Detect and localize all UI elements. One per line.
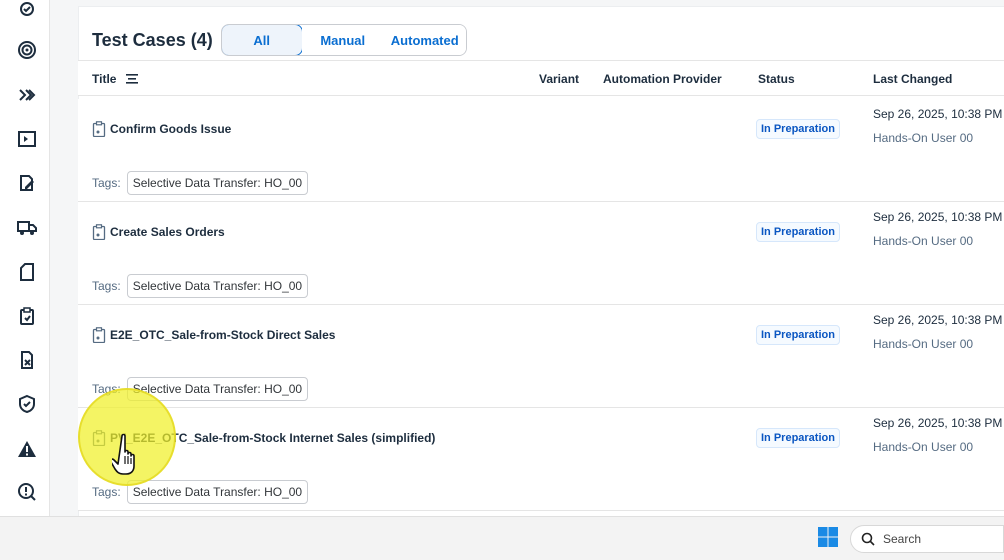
table-row[interactable]: Create Sales Orders Tags: Selective Data… — [78, 202, 1004, 305]
taskbar-search[interactable] — [850, 525, 1004, 553]
presentation-icon[interactable] — [10, 122, 44, 156]
page-title: Test Cases (4) — [92, 29, 213, 50]
filter-all-button[interactable]: All — [221, 25, 303, 55]
status-badge: In Preparation — [756, 325, 840, 345]
row-title-text: E2E_OTC_Sale-from-Stock Direct Sales — [110, 328, 336, 342]
column-last-changed[interactable]: Last Changed — [873, 61, 952, 97]
column-title-label: Title — [92, 72, 117, 86]
tags-label: Tags: — [92, 279, 121, 293]
clipboard-icon — [92, 327, 106, 343]
search-icon — [861, 532, 875, 546]
filter-manual-button[interactable]: Manual — [301, 25, 384, 55]
status-badge: In Preparation — [756, 119, 840, 139]
filter-segmented-button: All Manual Automated — [220, 24, 467, 56]
tag-token[interactable]: Selective Data Transfer: HO_00 — [126, 480, 309, 504]
double-chevron-icon[interactable] — [10, 78, 44, 112]
edit-document-icon[interactable] — [10, 166, 44, 200]
clipboard-icon — [92, 224, 106, 240]
table-row[interactable]: PV_E2E_OTC_Sale-from-Stock Internet Sale… — [78, 408, 1004, 511]
row-title-text: Confirm Goods Issue — [110, 122, 232, 136]
app-window: Test Cases (4) All Manual Automated Titl… — [0, 0, 1004, 560]
column-automation-provider[interactable]: Automation Provider — [603, 61, 722, 97]
last-changed-user: Hands-On User 00 — [873, 234, 974, 248]
table-header: Title Variant Automation Provider Status… — [78, 60, 1004, 96]
windows-start-icon[interactable] — [818, 527, 838, 547]
last-changed-user: Hands-On User 00 — [873, 440, 974, 454]
settings-check-icon[interactable] — [10, 0, 44, 26]
tags-label: Tags: — [92, 176, 121, 190]
column-status[interactable]: Status — [758, 61, 795, 97]
row-title[interactable]: Confirm Goods Issue — [92, 121, 231, 137]
status-badge: In Preparation — [756, 222, 840, 242]
document-x-icon[interactable] — [10, 343, 44, 377]
row-title[interactable]: E2E_OTC_Sale-from-Stock Direct Sales — [92, 327, 335, 343]
os-taskbar — [0, 516, 1004, 560]
tag-token[interactable]: Selective Data Transfer: HO_00 — [126, 274, 309, 298]
row-title[interactable]: Create Sales Orders — [92, 224, 225, 240]
tags-label: Tags: — [92, 485, 121, 499]
panel-header: Test Cases (4) All Manual Automated — [92, 24, 467, 56]
taskbar-search-input[interactable] — [883, 532, 993, 546]
status-badge: In Preparation — [756, 428, 840, 448]
row-title-text: Create Sales Orders — [110, 225, 225, 239]
clipboard-check-icon[interactable] — [10, 299, 44, 333]
column-title[interactable]: Title — [92, 61, 138, 97]
last-changed-user: Hands-On User 00 — [873, 337, 974, 351]
row-tags: Tags: Selective Data Transfer: HO_00 — [92, 171, 309, 195]
clipboard-icon — [92, 121, 106, 137]
truck-icon[interactable] — [10, 210, 44, 244]
table-row[interactable]: Confirm Goods Issue Tags: Selective Data… — [78, 99, 1004, 202]
column-variant[interactable]: Variant — [539, 61, 579, 97]
shield-check-icon[interactable] — [10, 387, 44, 421]
last-changed-date: Sep 26, 2025, 10:38 PM — [873, 107, 1003, 121]
side-navigation — [0, 0, 50, 516]
last-changed-date: Sep 26, 2025, 10:38 PM — [873, 210, 1003, 224]
table-row[interactable]: E2E_OTC_Sale-from-Stock Direct Sales Tag… — [78, 305, 1004, 408]
hand-cursor-icon — [112, 433, 135, 475]
filter-automated-button[interactable]: Automated — [383, 25, 466, 55]
document-icon[interactable] — [10, 255, 44, 289]
sort-icon[interactable] — [125, 62, 138, 98]
last-changed-user: Hands-On User 00 — [873, 131, 974, 145]
warning-icon[interactable] — [10, 432, 44, 466]
last-changed-date: Sep 26, 2025, 10:38 PM — [873, 313, 1003, 327]
tag-token[interactable]: Selective Data Transfer: HO_00 — [126, 171, 309, 195]
last-changed-date: Sep 26, 2025, 10:38 PM — [873, 416, 1003, 430]
target-icon[interactable] — [10, 33, 44, 67]
row-tags: Tags: Selective Data Transfer: HO_00 — [92, 274, 309, 298]
search-question-icon[interactable] — [10, 475, 44, 509]
